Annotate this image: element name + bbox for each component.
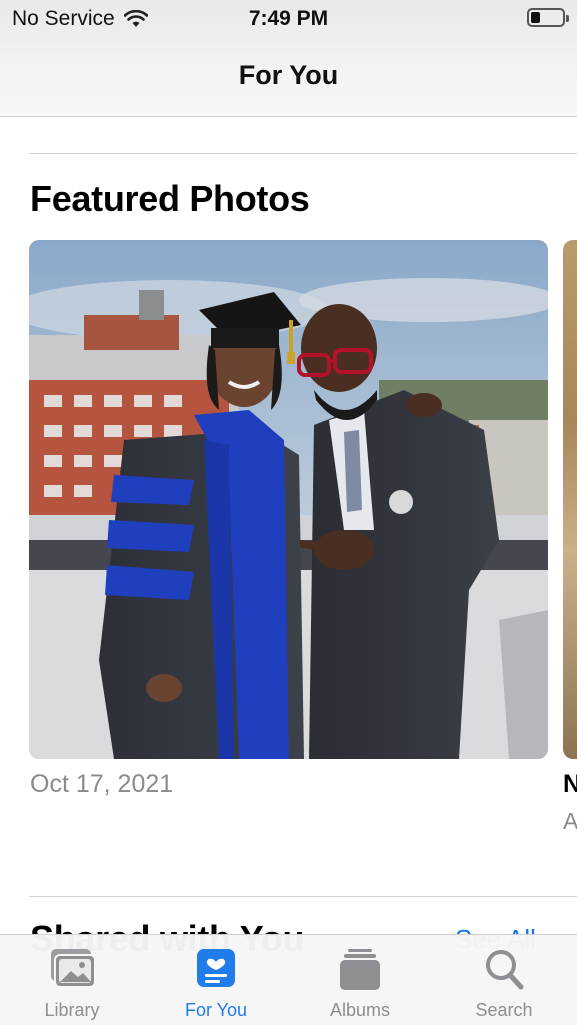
battery-level [531, 12, 540, 23]
tab-label: Library [44, 1000, 100, 1020]
tab-label: Search [475, 1000, 533, 1020]
tab-label: For You [184, 1000, 248, 1020]
next-photo-card[interactable] [563, 240, 577, 759]
next-card-subtitle: A [563, 808, 577, 834]
tab-albums[interactable]: Albums [288, 935, 432, 1025]
tab-bar: Library For You Albums Search [0, 934, 577, 1025]
top-bar: No Service 7:49 PM For You [0, 0, 577, 117]
battery-icon [527, 8, 569, 27]
for-you-icon [197, 949, 235, 987]
section-divider [29, 153, 577, 154]
featured-photo-card[interactable] [29, 240, 548, 759]
photo-date: Oct 17, 2021 [30, 770, 174, 798]
page-title: For You [238, 60, 339, 90]
albums-stack-icon [340, 949, 380, 990]
section-divider [29, 896, 577, 897]
next-card-title: N [563, 770, 577, 798]
status-time: 7:49 PM [248, 7, 329, 30]
tab-library[interactable]: Library [0, 935, 144, 1025]
tab-for-you[interactable]: For You [144, 935, 288, 1025]
tab-label: Albums [329, 1000, 391, 1020]
tab-search[interactable]: Search [432, 935, 576, 1025]
featured-photos-heading: Featured Photos [30, 178, 310, 219]
magnifier-icon [486, 950, 524, 990]
photo-library-icon [51, 949, 96, 988]
featured-photo-image [29, 240, 548, 759]
